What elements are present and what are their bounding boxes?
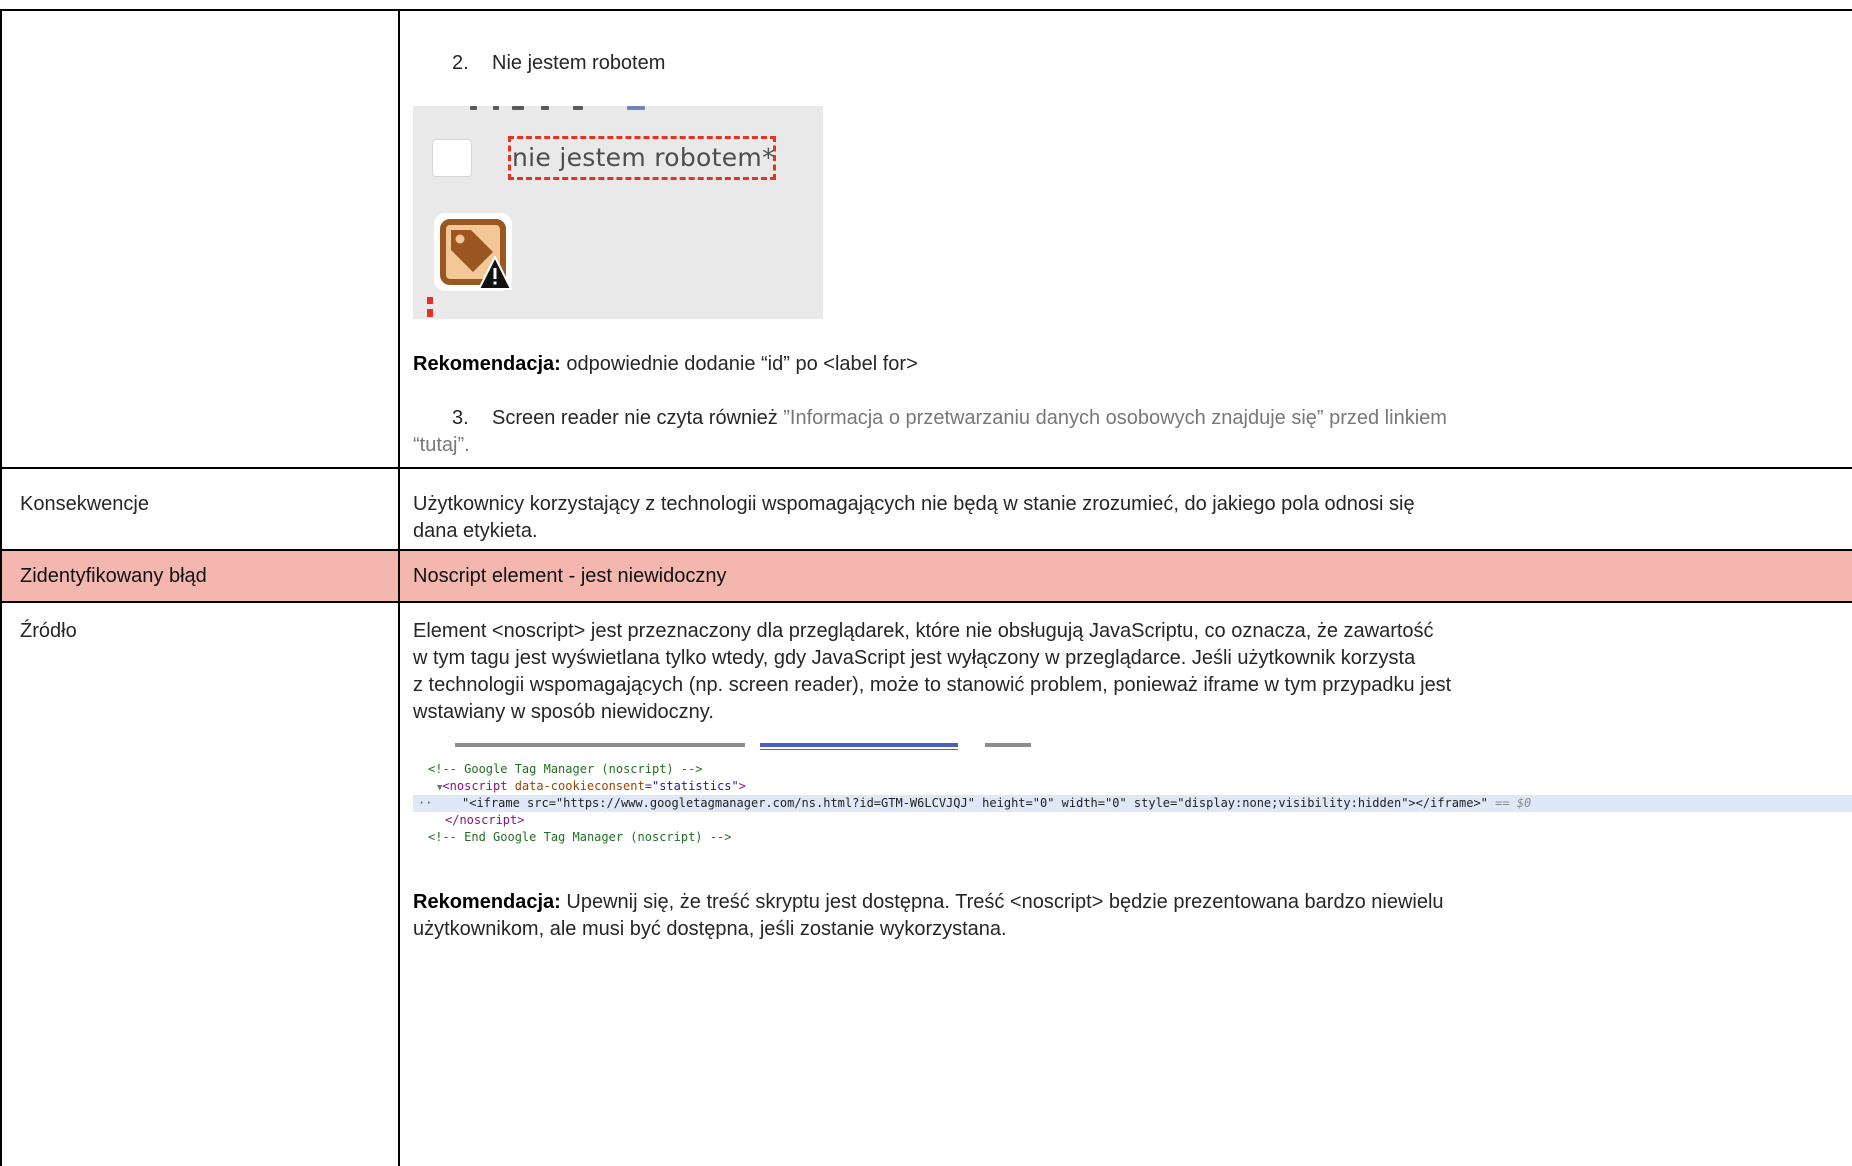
code-line-selected-node: "<iframe src="https://www.googletagmanag… xyxy=(462,795,1531,812)
error-value: Noscript element - jest niewidoczny xyxy=(413,565,727,587)
row-divider-2 xyxy=(0,549,1852,551)
table-border-top xyxy=(0,9,1852,11)
consequences-text-line: dana etykieta. xyxy=(413,520,538,542)
column-divider xyxy=(398,9,400,1166)
source-text-line: wstawiany w sposób niewidoczny. xyxy=(413,701,714,723)
outline-fragment xyxy=(427,309,433,317)
html-comment: <!-- Google Tag Manager (noscript) --> xyxy=(428,762,703,776)
clipped-code-fragment xyxy=(455,743,745,747)
table-border-left xyxy=(0,9,2,1166)
attribute-equals: = xyxy=(644,779,652,793)
clipped-text-fragment xyxy=(573,106,583,110)
row-divider-3 xyxy=(0,601,1852,603)
recommendation-text-continuation: użytkownikom, ale musi być dostępna, jeś… xyxy=(413,918,1007,940)
list-item-3: 3. Screen reader nie czyta również ”Infor… xyxy=(452,405,1447,432)
checkbox-label: nie jestem robotem* xyxy=(512,143,775,172)
clipped-text-fragment xyxy=(541,106,549,110)
clipped-text-fragment xyxy=(627,106,645,110)
form-checkbox-screenshot: nie jestem robotem* xyxy=(413,106,823,319)
attribute-name: data-cookieconsent xyxy=(514,779,645,793)
consequences-text-line: Użytkownicy korzystający z technologii w… xyxy=(413,493,1415,515)
row-divider-1 xyxy=(0,467,1852,469)
code-line-comment-open: <!-- Google Tag Manager (noscript) --> xyxy=(428,761,703,778)
quoted-text-continuation: “tutaj”. xyxy=(413,434,470,456)
html-comment: <!-- End Google Tag Manager (noscript) -… xyxy=(428,830,732,844)
row-label-consequences: Konsekwencje xyxy=(20,493,149,515)
recommendation-text: Upewnij się, że treść skryptu jest dostę… xyxy=(566,891,1444,913)
checkbox-label-outline: nie jestem robotem* xyxy=(508,136,776,180)
devtools-code-screenshot: <!-- Google Tag Manager (noscript) --> ▼… xyxy=(413,743,1852,851)
source-text-line: Element <noscript> jest przeznaczony dla… xyxy=(413,620,1434,642)
quoted-text: ”Informacja o przetwarzaniu danych osobo… xyxy=(783,407,1447,429)
recommendation-2: Rekomendacja: Upewnij się, że treść skry… xyxy=(413,889,1444,916)
attribute-value: "statistics" xyxy=(651,779,739,793)
outline-fragment xyxy=(427,297,433,304)
source-text-line: z technologii wspomagających (np. screen… xyxy=(413,674,1452,696)
code-line-comment-close: <!-- End Google Tag Manager (noscript) -… xyxy=(428,829,731,846)
row-label-source: Źródło xyxy=(20,620,77,642)
clipped-text-fragment xyxy=(470,106,477,110)
selected-node-marker: == $0 xyxy=(1495,796,1532,810)
clipped-text-fragment xyxy=(512,106,524,110)
list-item-2: 2. Nie jestem robotem xyxy=(452,50,665,77)
recommendation-label: Rekomendacja: xyxy=(413,891,561,913)
recommendation-1: Rekomendacja: odpowiednie dodanie “id” p… xyxy=(413,351,918,378)
recommendation-label: Rekomendacja: xyxy=(413,353,561,375)
list-number: 3. xyxy=(452,407,469,429)
checkbox-image xyxy=(432,139,472,177)
error-row-highlight xyxy=(2,551,1852,601)
tag-warning-icon xyxy=(434,213,512,291)
code-line-noscript-close: </noscript> xyxy=(445,812,524,829)
row-label-error: Zidentyfikowany błąd xyxy=(20,565,207,587)
closing-tag: </noscript> xyxy=(445,813,525,827)
clipped-code-fragment xyxy=(760,743,958,747)
gutter-dots: ·· xyxy=(418,796,433,810)
list-item-text: Nie jestem robotem xyxy=(492,52,666,74)
clipped-text-fragment xyxy=(493,106,499,110)
tag-end: > xyxy=(738,779,746,793)
clipped-link-underline xyxy=(760,749,958,750)
list-item-text: Screen reader nie czyta również xyxy=(492,407,778,429)
selected-node-text: "<iframe src="https://www.googletagmanag… xyxy=(462,796,1488,810)
tag-name: <noscript xyxy=(442,779,508,793)
list-number: 2. xyxy=(452,52,469,74)
recommendation-text: odpowiednie dodanie “id” po <label for> xyxy=(566,353,918,375)
clipped-code-fragment xyxy=(985,743,1031,747)
source-text-line: w tym tagu jest wyświetlana tylko wtedy,… xyxy=(413,647,1416,669)
